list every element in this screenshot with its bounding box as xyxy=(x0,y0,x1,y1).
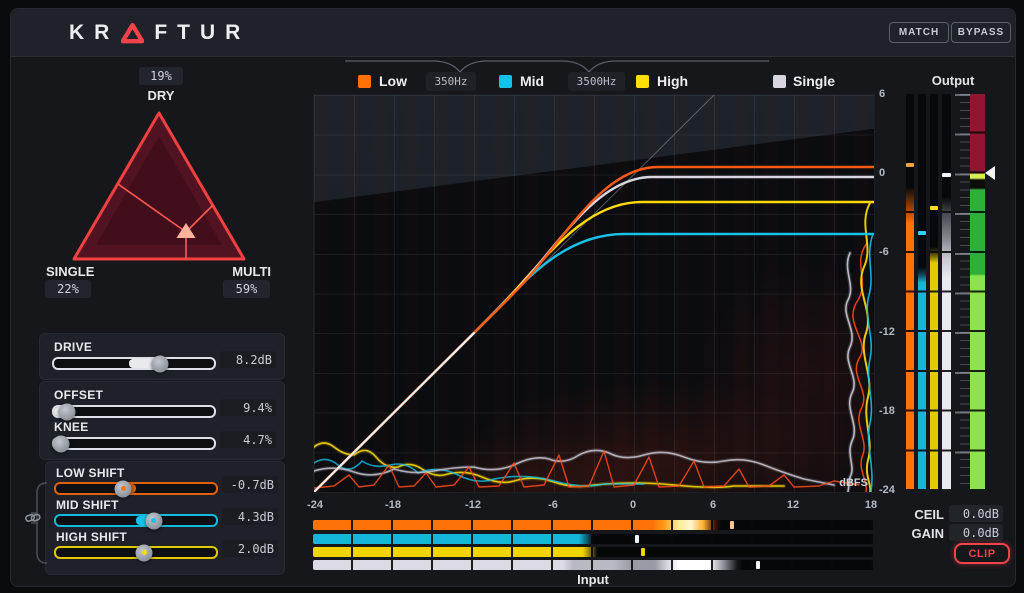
output-meter-mid xyxy=(918,94,926,491)
y-tick: -6 xyxy=(879,246,905,258)
input-axis-label: Input xyxy=(313,572,873,587)
mid-shift-value[interactable]: 4.3dB xyxy=(222,508,278,525)
input-meter-high xyxy=(313,547,873,557)
transfer-curve-graph: dBFS xyxy=(313,94,875,493)
graph-curves xyxy=(314,95,874,492)
output-level-meter xyxy=(970,94,985,491)
clip-button[interactable]: CLIP xyxy=(954,543,1010,564)
dry-label: DRY xyxy=(11,88,311,103)
high-shift-slider-handle[interactable] xyxy=(136,544,153,561)
x-tick: 18 xyxy=(865,499,877,511)
input-meter-mid xyxy=(313,534,873,544)
brand-logo: KR FTUR xyxy=(69,21,250,45)
blend-triangle-graphic xyxy=(56,104,266,272)
title-bar: KR FTUR MATCH BYPASS xyxy=(11,9,1015,57)
offset-slider-handle[interactable] xyxy=(58,403,75,420)
drive-panel: DRIVE 8.2dB xyxy=(39,333,285,380)
brand-triangle-icon xyxy=(121,22,144,44)
knee-value[interactable]: 4.7% xyxy=(220,431,276,448)
drive-label: DRIVE xyxy=(54,340,92,354)
low-band-label[interactable]: Low xyxy=(379,73,407,89)
single-curve xyxy=(314,177,874,492)
drive-slider[interactable] xyxy=(52,357,216,370)
y-tick: 0 xyxy=(879,167,905,179)
low-mid-crossover-value[interactable]: 350Hz xyxy=(426,72,476,91)
output-meter-low xyxy=(906,94,914,491)
drive-slider-handle[interactable] xyxy=(151,355,168,372)
bypass-button[interactable]: BYPASS xyxy=(951,22,1011,43)
high-shift-value[interactable]: 2.0dB xyxy=(222,540,278,557)
single-label: SINGLE xyxy=(46,264,94,279)
x-tick: -12 xyxy=(465,499,481,511)
y-tick: -24 xyxy=(879,484,905,496)
x-tick: -6 xyxy=(548,499,558,511)
single-value-badge[interactable]: 22% xyxy=(45,280,91,298)
low-shift-slider[interactable] xyxy=(54,482,218,495)
mid-band-label[interactable]: Mid xyxy=(520,73,544,89)
brand-left: KR xyxy=(69,21,119,45)
plugin-window: KR FTUR MATCH BYPASS 19% DRY SINGLE MULT… xyxy=(0,0,1024,593)
offset-knee-panel: OFFSET 9.4% KNEE 4.7% xyxy=(39,381,285,460)
y-tick: -18 xyxy=(879,405,905,417)
x-tick: -18 xyxy=(385,499,401,511)
low-shift-slider-handle[interactable] xyxy=(115,480,132,497)
input-meter-single xyxy=(313,560,873,570)
offset-slider[interactable] xyxy=(52,405,216,418)
low-shift-label: LOW SHIFT xyxy=(56,466,125,480)
output-meter-single xyxy=(942,94,951,491)
mid-shift-slider[interactable] xyxy=(54,514,218,527)
drive-value[interactable]: 8.2dB xyxy=(220,351,276,368)
high-shift-label: HIGH SHIFT xyxy=(56,530,127,544)
single-band-label[interactable]: Single xyxy=(793,73,835,89)
y-tick: 6 xyxy=(879,88,905,100)
high-shift-slider[interactable] xyxy=(54,546,218,559)
mid-shift-slider-handle[interactable] xyxy=(145,512,162,529)
high-band-swatch[interactable] xyxy=(636,75,649,88)
mid-band-swatch[interactable] xyxy=(499,75,512,88)
mid-high-crossover-value[interactable]: 3500Hz xyxy=(568,72,625,91)
offset-value[interactable]: 9.4% xyxy=(220,399,276,416)
output-meter-high xyxy=(930,94,938,491)
ceiling-marker-arrow[interactable] xyxy=(985,166,995,180)
shift-panel: LOW SHIFT -0.7dB MID SHIFT 4.3dB HIGH SH… xyxy=(45,461,285,575)
gain-value[interactable]: 0.0dB xyxy=(949,524,1003,541)
y-tick: -12 xyxy=(879,326,905,338)
x-tick: 6 xyxy=(710,499,716,511)
x-tick: -24 xyxy=(307,499,323,511)
high-band-label[interactable]: High xyxy=(657,73,688,89)
link-chain-icon[interactable] xyxy=(25,511,41,525)
blend-triangle-control[interactable] xyxy=(56,104,266,272)
brand-right: FTUR xyxy=(154,21,250,45)
multi-value-badge[interactable]: 59% xyxy=(223,280,270,298)
x-tick: 12 xyxy=(787,499,799,511)
x-tick: 0 xyxy=(630,499,636,511)
multi-label: MULTI xyxy=(223,264,271,279)
knee-label: KNEE xyxy=(54,420,89,434)
output-label: Output xyxy=(911,73,995,88)
gain-label: GAIN xyxy=(904,526,944,541)
input-meter-low xyxy=(313,520,873,530)
kraftur-app: KR FTUR MATCH BYPASS 19% DRY SINGLE MULT… xyxy=(10,8,1016,587)
single-band-swatch[interactable] xyxy=(773,75,786,88)
low-band-swatch[interactable] xyxy=(358,75,371,88)
match-button[interactable]: MATCH xyxy=(889,22,949,43)
low-shift-value[interactable]: -0.7dB xyxy=(222,476,278,493)
ceil-label: CEIL xyxy=(904,507,944,522)
dbfs-unit-label: dBFS xyxy=(839,477,868,489)
mid-curve xyxy=(314,234,874,492)
ceil-value[interactable]: 0.0dB xyxy=(949,505,1003,522)
knee-slider-handle[interactable] xyxy=(53,435,70,452)
knee-slider[interactable] xyxy=(52,437,216,450)
mid-shift-label: MID SHIFT xyxy=(56,498,119,512)
offset-label: OFFSET xyxy=(54,388,103,402)
dry-value-badge[interactable]: 19% xyxy=(139,67,183,85)
